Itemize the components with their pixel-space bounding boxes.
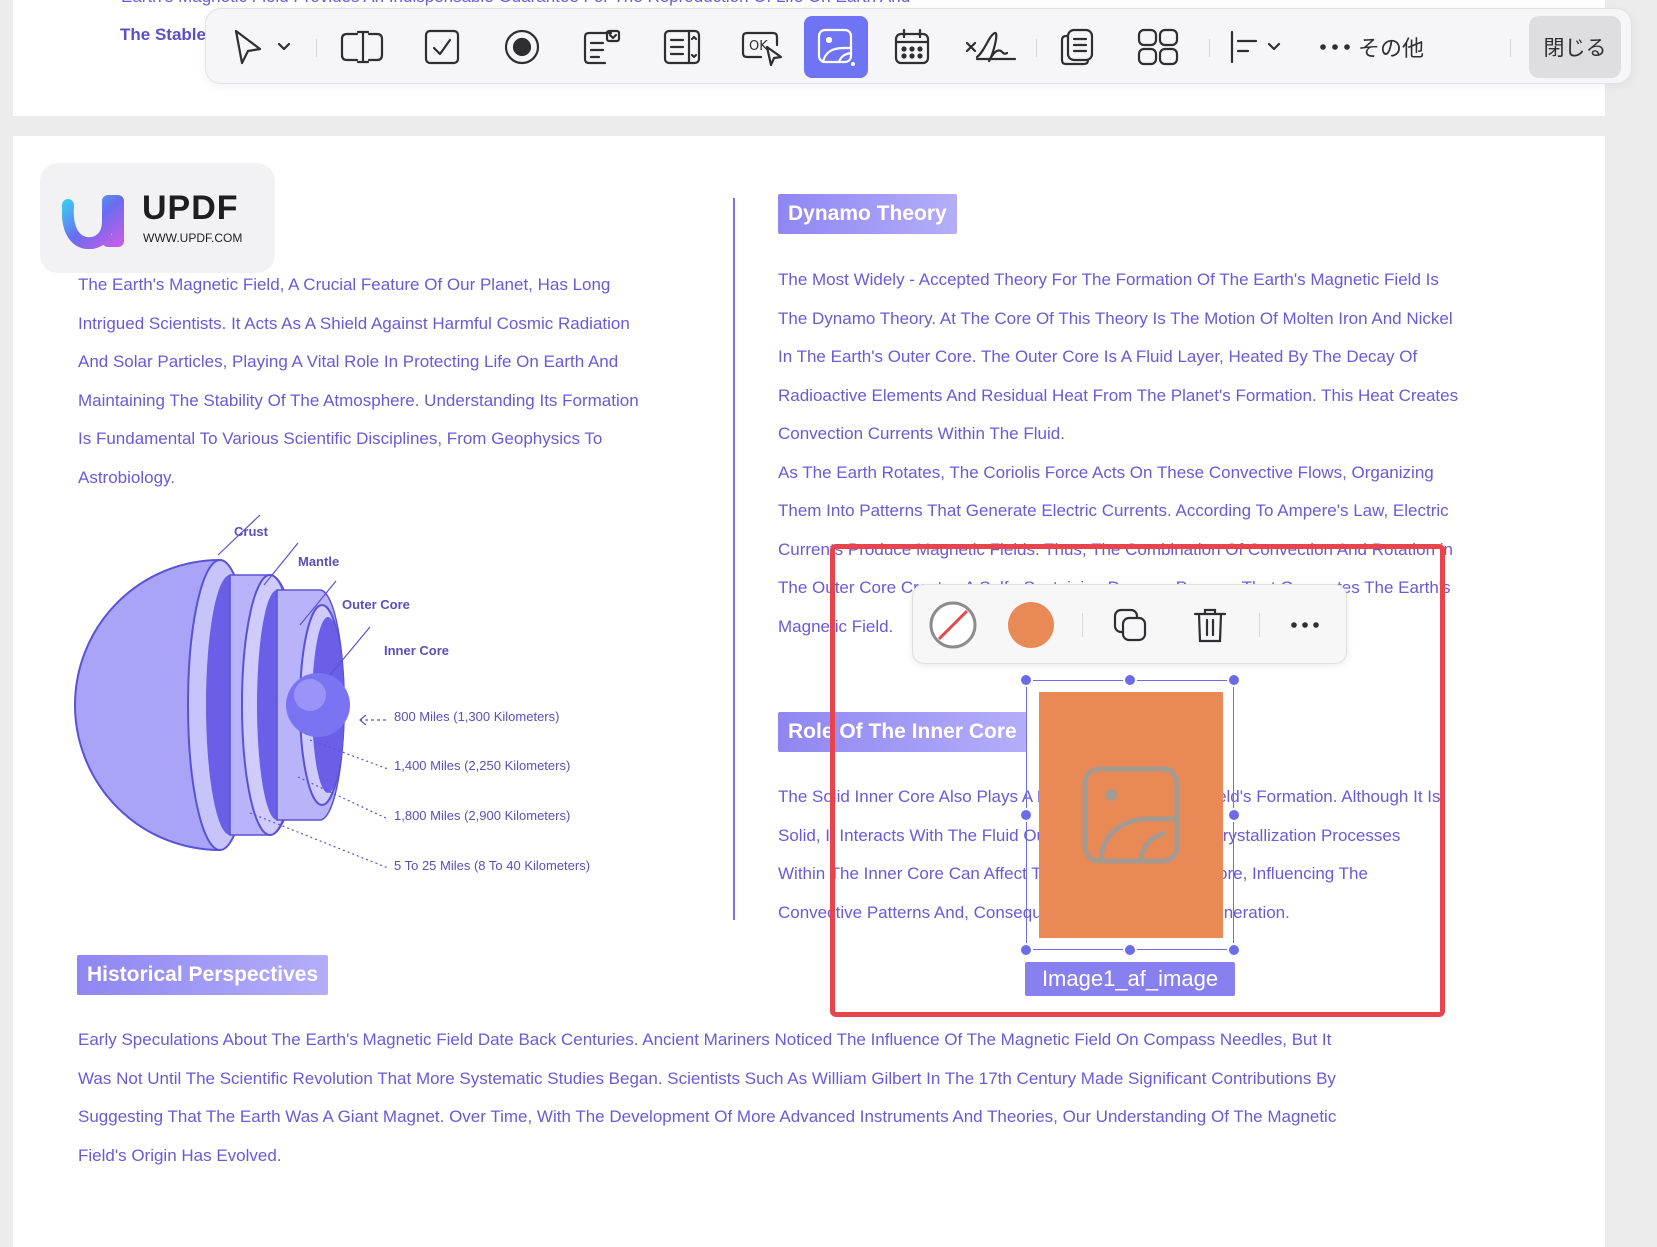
- more-options-button[interactable]: [1279, 599, 1331, 651]
- align-left-icon: [1230, 30, 1258, 64]
- intro-line: Astrobiology.: [78, 467, 176, 487]
- resize-handle-bottom[interactable]: [1123, 943, 1137, 957]
- form-toolbar: OK その他 閉じる: [205, 8, 1632, 84]
- label-crust: Crust: [234, 524, 268, 539]
- more-tools-label: その他: [1357, 37, 1424, 62]
- dynamo-line: The Most Widely - Accepted Theory For Th…: [778, 270, 1439, 289]
- intro-line: And Solar Particles, Playing A Vital Rol…: [78, 352, 619, 371]
- signature-icon: [965, 31, 1017, 63]
- duplicate-icon: [1113, 608, 1147, 642]
- measure-outer-core: 1,400 Miles (2,250 Kilometers): [394, 758, 571, 773]
- resize-handle-bottom-left[interactable]: [1019, 943, 1033, 957]
- toolbar-divider: [1510, 39, 1511, 57]
- logo-url: WWW.UPDF.COM: [143, 231, 243, 245]
- resize-handle-top-right[interactable]: [1227, 673, 1241, 687]
- button-tool-button[interactable]: OK: [732, 22, 792, 72]
- duplicate-tool-button[interactable]: [1048, 22, 1108, 72]
- more-tools-button[interactable]: その他: [1306, 22, 1436, 72]
- updf-logo: UPDF WWW.UPDF.COM: [40, 163, 275, 273]
- align-tool-button[interactable]: [1218, 22, 1292, 72]
- resize-handle-bottom-right[interactable]: [1227, 943, 1241, 957]
- checkbox-icon: [424, 29, 460, 65]
- calendar-icon: [894, 28, 930, 65]
- no-border-icon: [929, 601, 977, 649]
- intro-line: Is Fundamental To Various Scientific Dis…: [78, 429, 603, 448]
- measure-mantle: 1,800 Miles (2,900 Kilometers): [394, 808, 571, 823]
- toolbar-divider: [1036, 39, 1037, 57]
- border-none-button[interactable]: [927, 599, 979, 651]
- ok-button-icon: OK: [741, 31, 783, 67]
- date-field-tool-button[interactable]: [882, 22, 942, 72]
- resize-handle-left[interactable]: [1019, 808, 1033, 822]
- fill-color-button[interactable]: [1005, 599, 1057, 651]
- delete-button[interactable]: [1184, 599, 1236, 651]
- grid-icon: [1137, 28, 1179, 66]
- column-divider: [733, 198, 735, 920]
- label-outer-core: Outer Core: [342, 597, 410, 612]
- image-field-context-toolbar: [912, 584, 1347, 664]
- historical-line: Early Speculations About The Earth's Mag…: [78, 1030, 1332, 1049]
- dynamo-line: Convection Currents Within The Fluid.: [778, 424, 1065, 443]
- earth-layers-diagram: Crust Mantle Outer Core Inner Core 800 M…: [70, 514, 630, 895]
- combo-box-icon: [583, 29, 621, 65]
- historical-line: Suggesting That The Earth Was A Giant Ma…: [78, 1107, 1337, 1126]
- trash-icon: [1193, 608, 1227, 643]
- duplicate-button[interactable]: [1104, 599, 1156, 651]
- list-box-tool-button[interactable]: [652, 22, 712, 72]
- dynamo-heading: Dynamo Theory: [778, 194, 957, 234]
- historical-line: Field's Origin Has Evolved.: [78, 1145, 282, 1165]
- intro-line: The Earth's Magnetic Field, A Crucial Fe…: [78, 275, 611, 294]
- resize-handle-top[interactable]: [1123, 673, 1137, 687]
- earth-cutaway-graphic: [74, 514, 389, 869]
- logo-brand: UPDF: [142, 189, 239, 227]
- signature-tool-button[interactable]: [956, 22, 1026, 72]
- dynamo-line: As The Earth Rotates, The Coriolis Force…: [778, 462, 1434, 482]
- combo-box-tool-button[interactable]: [572, 22, 632, 72]
- historical-heading: Historical Perspectives: [77, 955, 329, 995]
- measure-inner-core: 800 Miles (1,300 Kilometers): [394, 709, 560, 724]
- text-field-icon: [340, 30, 384, 64]
- more-horizontal-icon: [1320, 44, 1350, 50]
- pointer-icon: [234, 29, 262, 65]
- updf-logo-icon: [62, 195, 124, 249]
- float-toolbar-divider: [1259, 613, 1260, 637]
- resize-handle-right[interactable]: [1227, 808, 1241, 822]
- select-tool-button[interactable]: [222, 22, 302, 72]
- image-field-tool-button[interactable]: [804, 16, 868, 78]
- more-icon: [1291, 622, 1319, 628]
- dynamo-line: The Dynamo Theory. At The Core Of This T…: [778, 308, 1453, 328]
- text-field-tool-button[interactable]: [332, 22, 392, 72]
- list-box-icon: [663, 29, 701, 65]
- image-placeholder-icon: [1082, 766, 1180, 864]
- dynamo-line: In The Earth's Outer Core. The Outer Cor…: [778, 347, 1418, 366]
- toolbar-divider: [316, 39, 317, 57]
- historical-line: Was Not Until The Scientific Revolution …: [78, 1068, 1336, 1088]
- image-field-name-label: Image1_af_image: [1025, 962, 1235, 996]
- resize-handle-top-left[interactable]: [1019, 673, 1033, 687]
- intro-line: Maintaining The Stability Of The Atmosph…: [78, 390, 639, 410]
- prev-page-fragment: The Stable: [120, 25, 206, 44]
- measure-crust: 5 To 25 Miles (8 To 40 Kilometers): [394, 858, 591, 873]
- svg-text:OK: OK: [749, 39, 768, 54]
- dynamo-line: Radioactive Elements And Residual Heat F…: [778, 385, 1459, 405]
- fill-color-swatch: [1008, 602, 1054, 648]
- toolbar-divider: [1209, 39, 1210, 57]
- float-toolbar-divider: [1082, 613, 1083, 637]
- intro-paragraph: The Earth's Magnetic Field, A Crucial Fe…: [78, 266, 698, 497]
- chevron-down-icon: [1267, 42, 1281, 51]
- label-mantle: Mantle: [298, 554, 340, 569]
- close-button[interactable]: 閉じる: [1529, 16, 1621, 78]
- checkbox-tool-button[interactable]: [412, 22, 472, 72]
- radio-icon: [504, 29, 540, 65]
- radio-tool-button[interactable]: [492, 22, 552, 72]
- copy-icon: [1060, 28, 1094, 66]
- chevron-down-icon: [277, 42, 291, 51]
- intro-line: Intrigued Scientists. It Acts As A Shiel…: [78, 313, 630, 333]
- grid-tool-button[interactable]: [1128, 22, 1188, 72]
- dynamo-line: Them Into Patterns That Generate Electri…: [778, 501, 1449, 520]
- image-field[interactable]: [1039, 692, 1223, 938]
- label-inner-core: Inner Core: [384, 643, 450, 658]
- historical-paragraph: Early Speculations About The Earth's Mag…: [78, 1021, 1558, 1175]
- image-icon: [817, 28, 855, 66]
